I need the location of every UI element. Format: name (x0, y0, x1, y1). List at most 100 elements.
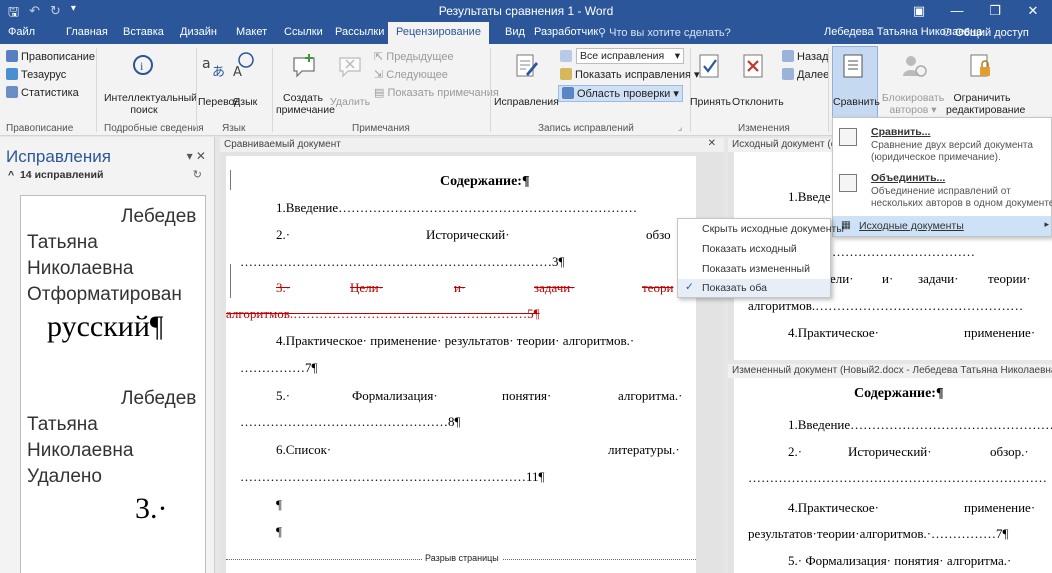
revision-author: Николаевна (27, 440, 134, 461)
block-authors-button[interactable]: Блокировать авторов ▾ (880, 92, 946, 116)
person-icon: ⚇ (942, 27, 952, 39)
markup-display-combo[interactable] (560, 50, 575, 63)
accept-button[interactable]: Принять (690, 96, 731, 108)
tab-developer[interactable]: Разработчик (534, 26, 598, 38)
restrict-editing-icon (970, 54, 990, 77)
tab-layout[interactable]: Макет (236, 26, 267, 38)
previous-comment-button[interactable]: ⇱ Предыдущее (374, 50, 454, 63)
maximize-button[interactable]: ❐ (976, 0, 1014, 22)
toc-line: обзо (646, 227, 671, 242)
show-markup-button[interactable]: Показать исправления ▾ (560, 68, 700, 81)
compare-doc-icon (839, 128, 857, 146)
next-comment-button[interactable]: ⇲ Следующее (374, 68, 448, 81)
compare-icon (843, 54, 863, 78)
lightbulb-icon: ⚲ (598, 27, 607, 39)
smart-lookup-button[interactable]: Интеллектуальный поиск (104, 92, 197, 116)
deleted-text: 3.· (276, 280, 291, 295)
new-comment-button[interactable]: Создать примечание (276, 92, 335, 116)
revised-document-pane[interactable]: Содержание:¶ 1.Введение……………………………………………… (728, 378, 1052, 573)
close-button[interactable]: ✕ (1014, 0, 1052, 22)
show-original-item[interactable]: Показать исходный (702, 243, 797, 255)
revision-type: Удалено (27, 466, 102, 487)
refresh-icon[interactable]: ↻ (193, 168, 202, 181)
word-count-button[interactable]: Статистика (6, 86, 79, 99)
revision-detail: русский¶ (47, 310, 164, 343)
tab-view[interactable]: Вид (505, 26, 525, 38)
tab-mailings[interactable]: Рассылки (335, 26, 384, 38)
delete-comment-button[interactable]: Удалить (330, 96, 370, 108)
minimize-button[interactable]: — (938, 0, 976, 22)
tab-file[interactable]: Файл (8, 26, 35, 38)
previous-change-button[interactable]: Назад (782, 50, 829, 63)
tab-design[interactable]: Дизайн (180, 26, 217, 38)
toc-line: 2.· (276, 227, 291, 242)
tab-insert[interactable]: Вставка (123, 26, 164, 38)
toc-line: применение· (964, 500, 1036, 515)
language-button[interactable]: Язык (230, 96, 260, 108)
group-label-proofing: Правописание (6, 123, 74, 134)
show-comments-button[interactable]: ▤ Показать примечания (374, 86, 499, 99)
group-separator (272, 48, 273, 132)
statistics-icon (6, 86, 18, 98)
toc-line: 4.Практическое· применение· результатов·… (276, 333, 635, 348)
show-both-item[interactable]: ✓ Показать оба (678, 279, 830, 297)
toc-line: 1.Введение…………………………………………………………… (276, 200, 638, 215)
deleted-text: теори (642, 280, 674, 295)
thesaurus-button[interactable]: Тезаурус (6, 68, 66, 81)
doc-heading: Содержание:¶ (854, 386, 944, 401)
group-separator (690, 48, 691, 132)
menu-item-source-documents[interactable]: ▦ Исходные документы ▸ (833, 216, 1051, 236)
next-change-button[interactable]: Далее (782, 68, 829, 81)
menu-item-combine[interactable]: Объединить... Объединение исправлений от… (837, 168, 1052, 212)
track-changes-icon (516, 54, 538, 77)
change-bar (230, 264, 231, 298)
reject-icon (743, 54, 763, 78)
track-changes-button[interactable]: Исправления (494, 96, 559, 108)
combine-doc-icon (839, 174, 857, 192)
revision-detail: 3.· (135, 492, 168, 525)
tab-home[interactable]: Главная (66, 26, 108, 38)
revisions-count[interactable]: ^ 14 исправлений (8, 169, 103, 181)
all-markup-dropdown[interactable]: Все исправления ▾ (576, 48, 684, 64)
spelling-button[interactable]: Правописание (6, 50, 95, 63)
tell-me-search[interactable]: ⚲ Что вы хотите сделать? (598, 26, 731, 39)
toc-line: 4.Практическое· (788, 325, 880, 340)
revisions-pane-close[interactable]: ▾ ✕ (187, 149, 206, 163)
revision-author: Николаевна (27, 258, 134, 279)
delete-comment-icon (339, 57, 361, 78)
revisions-list[interactable]: Лебедев Татьяна Николаевна Отформатирова… (20, 195, 206, 573)
deleted-text: задачи· (534, 280, 575, 295)
hide-source-docs-item[interactable]: Скрыть исходные документы (702, 223, 844, 235)
menu-item-compare[interactable]: Сравнить... Сравнение двух версий докуме… (837, 124, 1049, 164)
svg-text:a: a (202, 56, 211, 72)
toc-line: 5.· Формализация· понятия· алгоритма.· (788, 553, 1012, 568)
group-label-tracking: Запись исправлений (538, 123, 634, 134)
reviewing-pane-button[interactable]: Область проверки ▾ (558, 85, 683, 102)
compare-button[interactable]: Сравнить (833, 96, 880, 108)
show-revised-item[interactable]: Показать измененный (702, 263, 810, 275)
accept-icon (699, 54, 719, 78)
share-button[interactable]: ⚇ Общий доступ (942, 26, 1029, 39)
translate-button[interactable]: Перевод (198, 96, 240, 108)
close-icon[interactable]: ✕ (708, 138, 716, 149)
tracking-options-launcher[interactable]: ⌟ (678, 122, 682, 133)
group-label-insights: Подробные сведения (104, 123, 204, 134)
deleted-text: Цели· (350, 280, 383, 295)
restrict-editing-button[interactable]: Ограничить редактирование (946, 92, 1025, 116)
reject-button[interactable]: Отклонить (732, 96, 784, 108)
compare-menu: Сравнить... Сравнение двух версий докуме… (832, 117, 1052, 237)
toc-line: 1.Введе (788, 189, 831, 204)
ribbon-display-icon[interactable]: ▣ (900, 0, 938, 22)
toc-line: результатов·теории·алгоритмов.·……………7¶ (748, 526, 1009, 541)
tab-review[interactable]: Рецензирование (388, 22, 489, 44)
next-change-icon (782, 68, 794, 80)
toc-line: …………………………………………………………… (748, 470, 1047, 485)
checkmark-icon: ✓ (685, 281, 694, 293)
svg-text:i: i (140, 59, 144, 73)
toc-line: 4.Практическое· (788, 500, 880, 515)
toc-line: …………………………………………………………11¶ (240, 469, 545, 484)
group-label-language: Язык (222, 123, 246, 134)
title-bar: 🖫 ↶ ↻ ▾ Результаты сравнения 1 - Word ▣ … (0, 0, 1052, 22)
tab-references[interactable]: Ссылки (284, 26, 323, 38)
compared-document-pane[interactable]: Содержание:¶ 1.Введение……………………………………………… (220, 152, 724, 573)
